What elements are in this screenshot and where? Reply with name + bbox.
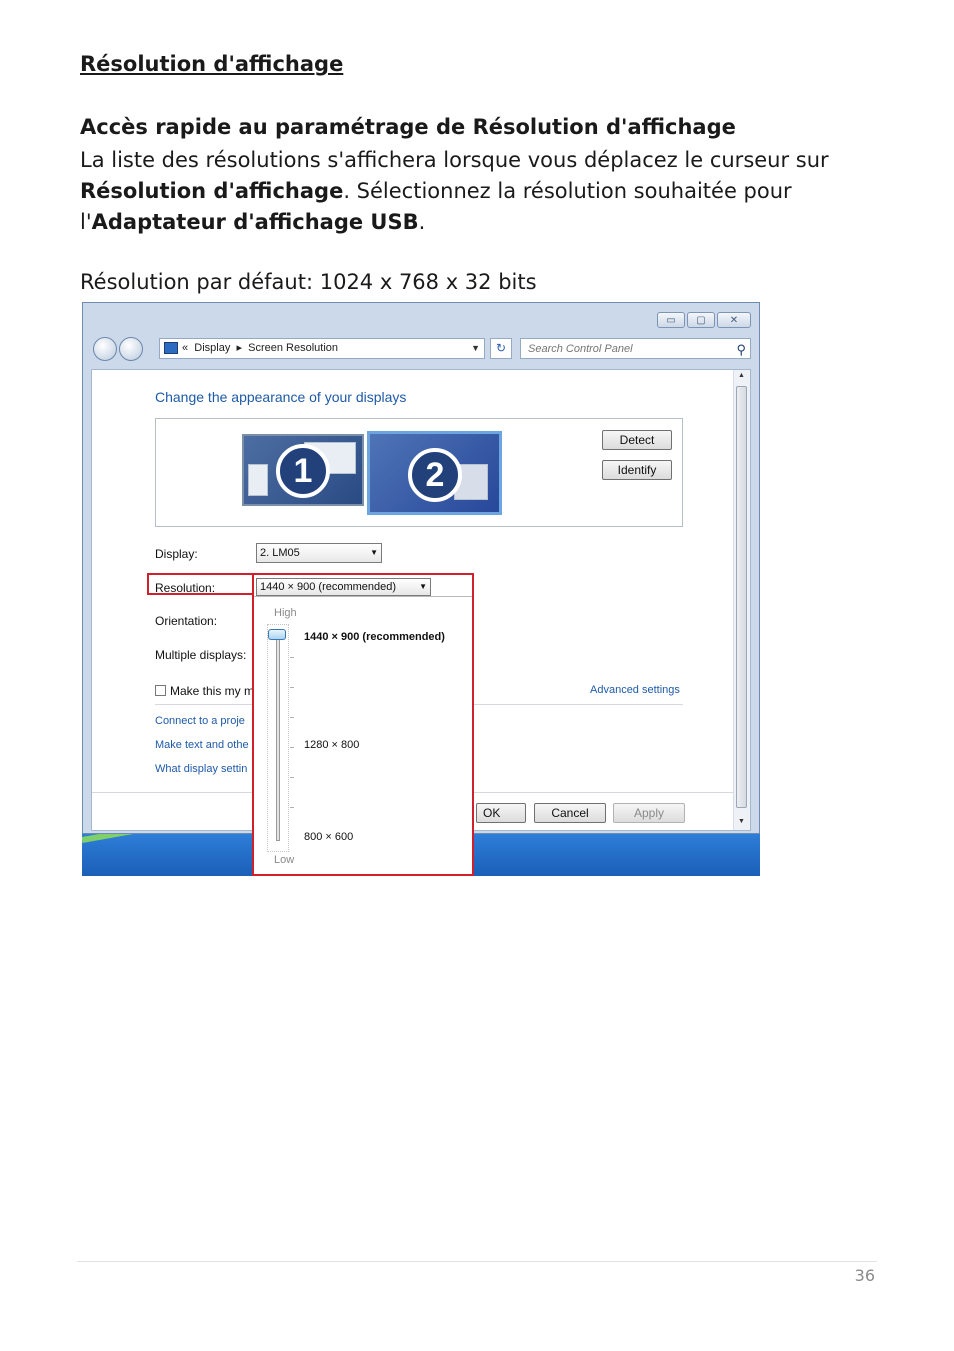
search-box[interactable]: ⚲ [520,338,751,359]
footer-divider [77,1261,877,1262]
monitor-arrangement: 1 2 Detect Identify [155,418,683,527]
advanced-settings-link[interactable]: Advanced settings [590,684,680,696]
monitor-2[interactable]: 2 [367,431,502,515]
forward-button[interactable] [119,337,143,361]
scroll-thumb[interactable] [736,386,747,808]
breadcrumb-separator: « [182,342,189,354]
display-value: 2. LM05 [260,547,300,559]
resolution-label-highlight [147,573,254,595]
breadcrumb-screen-resolution[interactable]: Screen Resolution [248,342,338,354]
multiple-displays-label: Multiple displays: [155,648,247,662]
resolution-select-highlight [252,573,474,595]
identify-button[interactable]: Identify [602,460,672,480]
chevron-right-icon[interactable]: ▸ [236,342,242,354]
chevron-down-icon[interactable]: ▼ [471,339,480,358]
main-display-label: Make this my m [170,684,255,698]
address-bar[interactable]: « Display ▸ Screen Resolution ▼ [159,338,485,359]
back-button[interactable] [93,337,117,361]
page-number: 36 [854,1266,875,1285]
scroll-down-icon[interactable]: ▼ [738,818,745,825]
connect-projector-link[interactable]: Connect to a proje [155,715,245,727]
text-size-link[interactable]: Make text and othe [155,739,249,751]
control-panel-icon [164,342,178,354]
refresh-icon: ↻ [495,341,507,355]
search-input[interactable] [526,339,730,359]
refresh-button[interactable]: ↻ [490,338,512,359]
monitor-1-sidebar [248,464,268,496]
search-icon[interactable]: ⚲ [736,340,746,359]
document-heading: Résolution d'affichage [80,52,344,76]
close-button[interactable]: ✕ [717,312,751,328]
para-bold-1: Résolution d'affichage [80,179,344,203]
vertical-scrollbar[interactable]: ▲ ▼ [733,370,750,830]
monitor-2-number: 2 [408,448,462,502]
maximize-button[interactable]: ▢ [687,312,715,328]
monitor-1-number: 1 [276,444,330,498]
default-resolution-line: Résolution par défaut: 1024 x 768 x 32 b… [80,270,537,294]
document-subheading: Accès rapide au paramétrage de Résolutio… [80,115,736,139]
orientation-label: Orientation: [155,614,218,628]
popup-highlight [252,593,474,876]
display-select[interactable]: 2. LM05 ▼ [256,543,382,563]
scroll-up-icon[interactable]: ▲ [738,372,745,379]
breadcrumb: « Display ▸ Screen Resolution [182,339,338,358]
apply-button: Apply [613,803,685,823]
para-bold-2: Adaptateur d'affichage USB [91,210,419,234]
ok-button[interactable]: OK [476,803,526,823]
cancel-button[interactable]: Cancel [534,803,606,823]
main-display-checkbox[interactable] [155,685,166,696]
chevron-down-icon: ▼ [370,548,378,557]
minimize-button[interactable]: ▭ [657,312,685,328]
page-title: Change the appearance of your displays [155,389,407,405]
breadcrumb-display[interactable]: Display [194,342,230,354]
instruction-paragraph: La liste des résolutions s'affichera lor… [80,145,870,238]
para-text-1: La liste des résolutions s'affichera lor… [80,148,829,172]
display-label: Display: [155,547,198,561]
detect-button[interactable]: Detect [602,430,672,450]
window-caption-buttons: ▭ ▢ ✕ [657,312,751,328]
para-text-3: . [418,210,426,234]
display-settings-help-link[interactable]: What display settin [155,763,247,775]
monitor-1[interactable]: 1 [242,434,364,506]
